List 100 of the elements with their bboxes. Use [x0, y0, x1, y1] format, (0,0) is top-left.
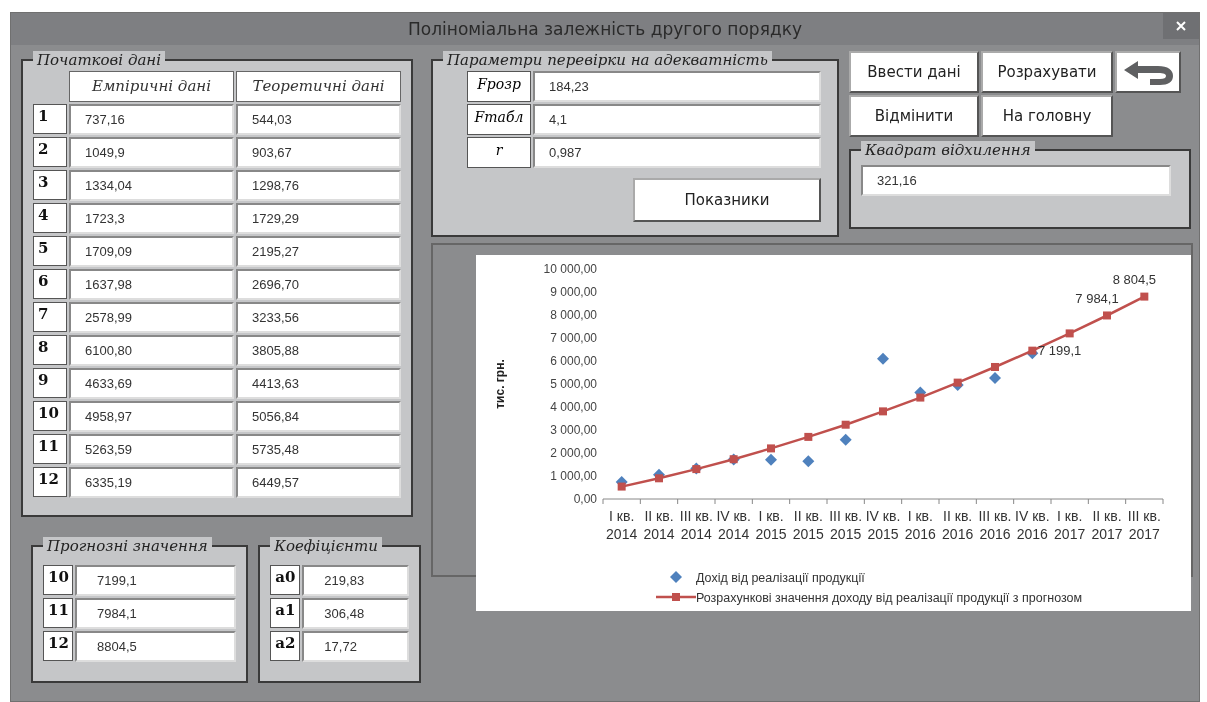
row-number: 10 — [33, 401, 67, 431]
value-field[interactable]: 5735,48 — [236, 434, 401, 465]
value-field[interactable]: 184,23 — [533, 71, 821, 102]
row-number: 9 — [33, 368, 67, 398]
value-field[interactable]: 5056,84 — [236, 401, 401, 432]
coefficient-label: a0 — [270, 565, 301, 595]
value-field[interactable]: 1334,04 — [69, 170, 234, 201]
value-field[interactable]: 306,48 — [302, 598, 409, 629]
value-field[interactable]: 4958,97 — [69, 401, 234, 432]
y-tick-label: 6 000,00 — [550, 354, 597, 368]
value-field[interactable]: 321,16 — [861, 165, 1171, 196]
square-marker — [804, 432, 813, 441]
value-field[interactable]: 8804,5 — [75, 631, 237, 662]
square-marker — [1065, 329, 1074, 338]
value-field[interactable]: 2696,70 — [236, 269, 401, 300]
value-field[interactable]: 6335,19 — [69, 467, 234, 498]
action-button[interactable]: Розрахувати — [981, 51, 1113, 93]
data-label: 7 199,1 — [1038, 343, 1082, 359]
indicators-button[interactable]: Показники — [633, 178, 821, 222]
value-field[interactable]: 903,67 — [236, 137, 401, 168]
diamond-marker — [765, 453, 777, 466]
value-field[interactable]: 544,03 — [236, 104, 401, 135]
value-field[interactable]: 6100,80 — [69, 335, 234, 366]
row-number: 12 — [33, 467, 67, 497]
action-button[interactable]: Відмінити — [849, 95, 979, 137]
value-field[interactable]: 2195,27 — [236, 236, 401, 267]
value-field[interactable]: 3233,56 — [236, 302, 401, 333]
row-number: 6 — [33, 269, 67, 299]
square-marker — [655, 474, 663, 483]
legend-label: Дохід від реалізації продукції — [696, 571, 865, 585]
x-tick-label: III кв. 2016 — [978, 508, 1012, 542]
value-field[interactable]: 219,83 — [302, 565, 409, 596]
value-field[interactable]: 1729,29 — [236, 203, 401, 234]
value-field[interactable]: 17,72 — [302, 631, 409, 662]
close-icon — [1175, 20, 1187, 32]
row-number: 3 — [33, 170, 67, 200]
value-field[interactable]: 737,16 — [69, 104, 234, 135]
y-tick-label: 9 000,00 — [550, 285, 597, 299]
group-title: Прогнозні значення — [43, 537, 212, 555]
row-number: 1 — [33, 104, 67, 134]
group-title: Параметри перевірки на адекватність — [443, 51, 772, 69]
y-tick-label: 10 000,00 — [543, 262, 597, 276]
y-tick-label: 4 000,00 — [550, 400, 597, 414]
parameter-label: r — [467, 137, 531, 168]
data-label: 8 804,5 — [1112, 272, 1156, 288]
row-number: 11 — [33, 434, 67, 464]
close-button[interactable] — [1163, 13, 1199, 39]
legend-label: Розрахункові значення доходу від реалізації продукції з прогнозом — [696, 591, 1083, 605]
action-button[interactable]: На головну — [981, 95, 1113, 137]
diamond-marker — [802, 455, 815, 468]
action-button[interactable]: Ввести дані — [849, 51, 979, 93]
group-title: Квадрат відхилення — [861, 141, 1035, 159]
y-tick-label: 7 000,00 — [550, 331, 597, 345]
value-field[interactable]: 1049,9 — [69, 137, 234, 168]
value-field[interactable]: 6449,57 — [236, 467, 401, 498]
x-tick-label: IV кв. 2016 — [1015, 508, 1050, 542]
diamond-marker — [877, 352, 889, 365]
square-marker — [841, 420, 850, 429]
value-field[interactable]: 4,1 — [533, 104, 821, 135]
value-field[interactable]: 1723,3 — [69, 203, 234, 234]
y-axis-title: тис. грн. — [493, 359, 507, 409]
value-field[interactable]: 7984,1 — [75, 598, 237, 629]
value-field[interactable]: 1637,98 — [69, 269, 234, 300]
x-tick-label: IV кв. 2015 — [865, 508, 901, 542]
y-tick-label: 5 000,00 — [550, 377, 597, 391]
row-number: 7 — [33, 302, 67, 332]
square-marker — [767, 444, 775, 453]
value-field[interactable]: 3805,88 — [236, 335, 401, 366]
x-tick-label: I кв. 2017 — [1054, 508, 1086, 542]
x-tick-label: II кв. 2015 — [792, 508, 824, 542]
square-marker — [953, 378, 962, 387]
value-field[interactable]: 4633,69 — [69, 368, 234, 399]
square-marker — [1140, 292, 1149, 301]
legend-line-icon — [656, 593, 696, 601]
square-marker — [991, 363, 999, 371]
back-button[interactable] — [1115, 51, 1181, 93]
square-marker — [879, 407, 887, 416]
value-field[interactable]: 1298,76 — [236, 170, 401, 201]
x-tick-label: I кв. 2016 — [904, 508, 936, 542]
value-field[interactable]: 0,987 — [533, 137, 821, 168]
legend-diamond-icon — [670, 571, 682, 583]
square-marker — [916, 393, 925, 402]
diamond-marker — [989, 372, 1001, 384]
row-number: 4 — [33, 203, 67, 233]
value-field[interactable]: 7199,1 — [75, 565, 237, 596]
value-field[interactable]: 2578,99 — [69, 302, 234, 333]
row-number: 8 — [33, 335, 67, 365]
group-title: Коефіцієнти — [270, 537, 382, 555]
y-tick-label: 2 000,00 — [550, 446, 597, 460]
coefficient-label: a1 — [270, 598, 301, 628]
y-tick-label: 1 000,00 — [550, 469, 597, 483]
x-tick-label: III кв. 2017 — [1127, 508, 1161, 542]
x-tick-label: III кв. 2015 — [829, 508, 863, 542]
square-marker — [1028, 346, 1037, 355]
value-field[interactable]: 5263,59 — [69, 434, 234, 465]
value-field[interactable]: 4413,63 — [236, 368, 401, 399]
x-tick-label: IV кв. 2014 — [716, 508, 751, 542]
value-field[interactable]: 1709,09 — [69, 236, 234, 267]
x-tick-label: II кв. 2014 — [643, 508, 675, 542]
row-number: 10 — [43, 565, 73, 595]
